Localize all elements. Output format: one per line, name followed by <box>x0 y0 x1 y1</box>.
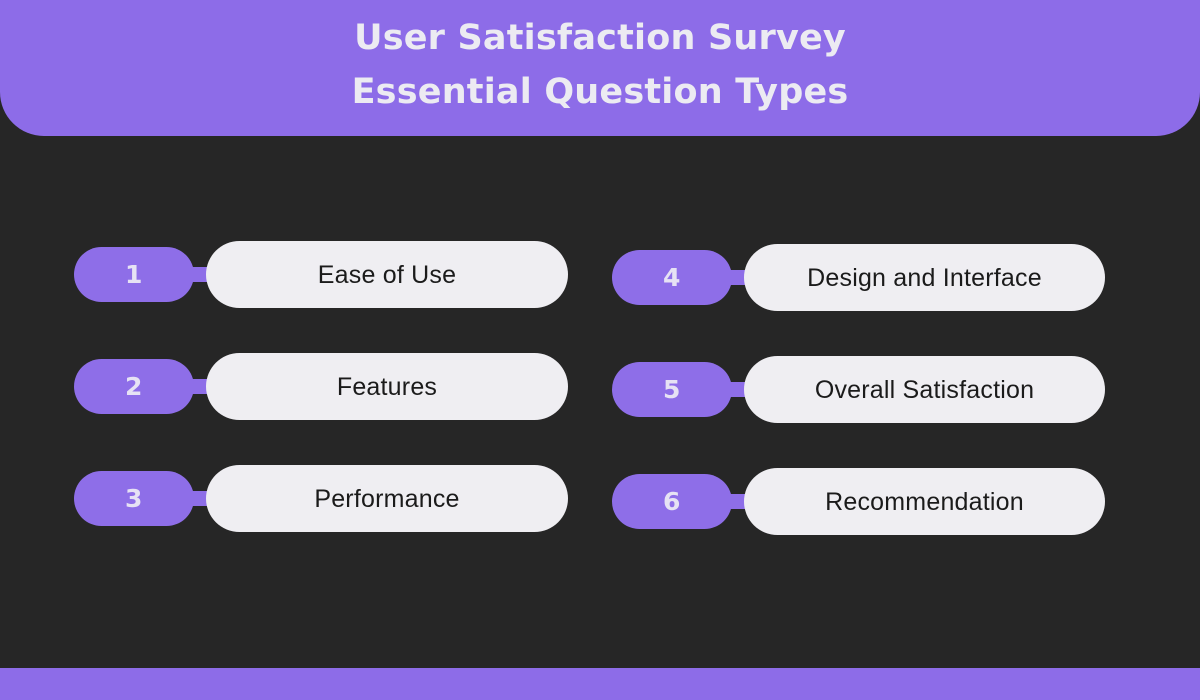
infographic-canvas: User Satisfaction Survey Essential Quest… <box>0 0 1200 700</box>
item-label-pill[interactable]: Performance <box>206 465 568 532</box>
list-item[interactable]: 6 Recommendation <box>612 463 1105 540</box>
page-title-line-1: User Satisfaction Survey <box>354 18 846 58</box>
item-label-pill[interactable]: Features <box>206 353 568 420</box>
list-item[interactable]: 2 Features <box>74 348 568 425</box>
item-label: Performance <box>314 484 460 513</box>
item-number-badge: 1 <box>74 247 194 302</box>
footer-bar <box>0 668 1200 700</box>
item-label: Design and Interface <box>807 263 1042 292</box>
header-banner: User Satisfaction Survey Essential Quest… <box>0 0 1200 136</box>
item-number-badge: 5 <box>612 362 732 417</box>
page-title-line-2: Essential Question Types <box>351 72 849 112</box>
item-label-pill[interactable]: Ease of Use <box>206 241 568 308</box>
item-label-pill[interactable]: Recommendation <box>744 468 1105 535</box>
item-label: Ease of Use <box>317 260 457 289</box>
list-item[interactable]: 4 Design and Interface <box>612 239 1105 316</box>
item-number-badge: 6 <box>612 474 732 529</box>
item-label-pill[interactable]: Overall Satisfaction <box>744 356 1105 423</box>
item-label: Overall Satisfaction <box>814 375 1035 404</box>
list-item[interactable]: 1 Ease of Use <box>74 236 568 313</box>
item-number-badge: 4 <box>612 250 732 305</box>
item-label-pill[interactable]: Design and Interface <box>744 244 1105 311</box>
item-label: Recommendation <box>825 487 1024 516</box>
item-label: Features <box>336 372 438 401</box>
question-types-grid: 1 Ease of Use 2 Features 3 Performance 4 <box>0 236 1200 556</box>
list-item[interactable]: 5 Overall Satisfaction <box>612 351 1105 428</box>
list-item[interactable]: 3 Performance <box>74 460 568 537</box>
item-number-badge: 2 <box>74 359 194 414</box>
item-number-badge: 3 <box>74 471 194 526</box>
